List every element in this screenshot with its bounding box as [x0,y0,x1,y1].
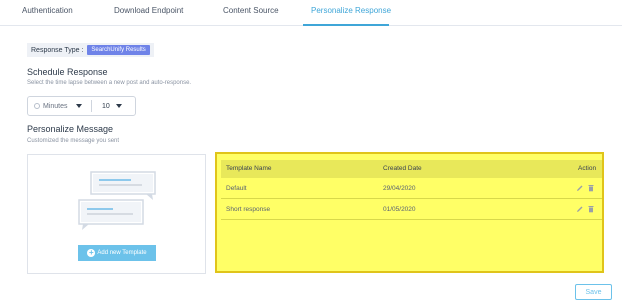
trash-icon[interactable] [587,184,595,192]
add-template-card: + Add new Template [27,154,206,274]
table-header: Template Name Created Date Action [221,160,602,178]
add-template-button[interactable]: + Add new Template [78,245,156,261]
schedule-subtitle: Select the time lapse between a new post… [27,80,192,86]
chevron-down-icon [116,104,122,108]
chevron-down-icon [76,104,82,108]
tab-bar: Authentication Download Endpoint Content… [0,0,622,26]
schedule-select-group: Minutes 10 [27,96,136,116]
save-button[interactable]: Save [575,284,612,300]
table-row: Short response 01/05/2020 [221,199,602,220]
response-type-label: Response Type : [31,46,84,54]
response-type-badge: SearchUnify Results [87,45,150,55]
clock-icon [34,103,40,109]
templates-table: Template Name Created Date Action Defaul… [215,152,604,273]
unit-select-value: Minutes [43,102,68,110]
header-template-name: Template Name [226,165,272,172]
tab-content-source[interactable]: Content Source [223,6,279,15]
active-tab-indicator [303,24,389,26]
response-type-row: Response Type : SearchUnify Results [27,43,154,57]
tab-personalize-response[interactable]: Personalize Response [311,6,391,15]
personalize-subtitle: Customized the message you sent [27,138,120,144]
edit-icon[interactable] [576,205,584,213]
chat-bubbles-icon [78,171,156,230]
edit-icon[interactable] [576,184,584,192]
template-date: 29/04/2020 [383,185,416,192]
trash-icon[interactable] [587,205,595,213]
table-row: Default 29/04/2020 [221,178,602,199]
amount-select-value: 10 [102,102,110,110]
tab-authentication[interactable]: Authentication [22,6,73,15]
schedule-title: Schedule Response [27,67,108,77]
header-created-date: Created Date [383,165,422,172]
template-date: 01/05/2020 [383,206,416,213]
tab-download-endpoint[interactable]: Download Endpoint [114,6,183,15]
template-name: Default [226,185,247,192]
template-name: Short response [226,206,271,213]
header-action: Action [578,165,597,172]
personalize-title: Personalize Message [27,124,114,134]
amount-select[interactable]: 10 [94,97,132,115]
select-divider [91,100,92,112]
unit-select[interactable]: Minutes [34,97,88,115]
add-template-label: Add new Template [97,250,147,256]
plus-icon: + [87,248,96,257]
